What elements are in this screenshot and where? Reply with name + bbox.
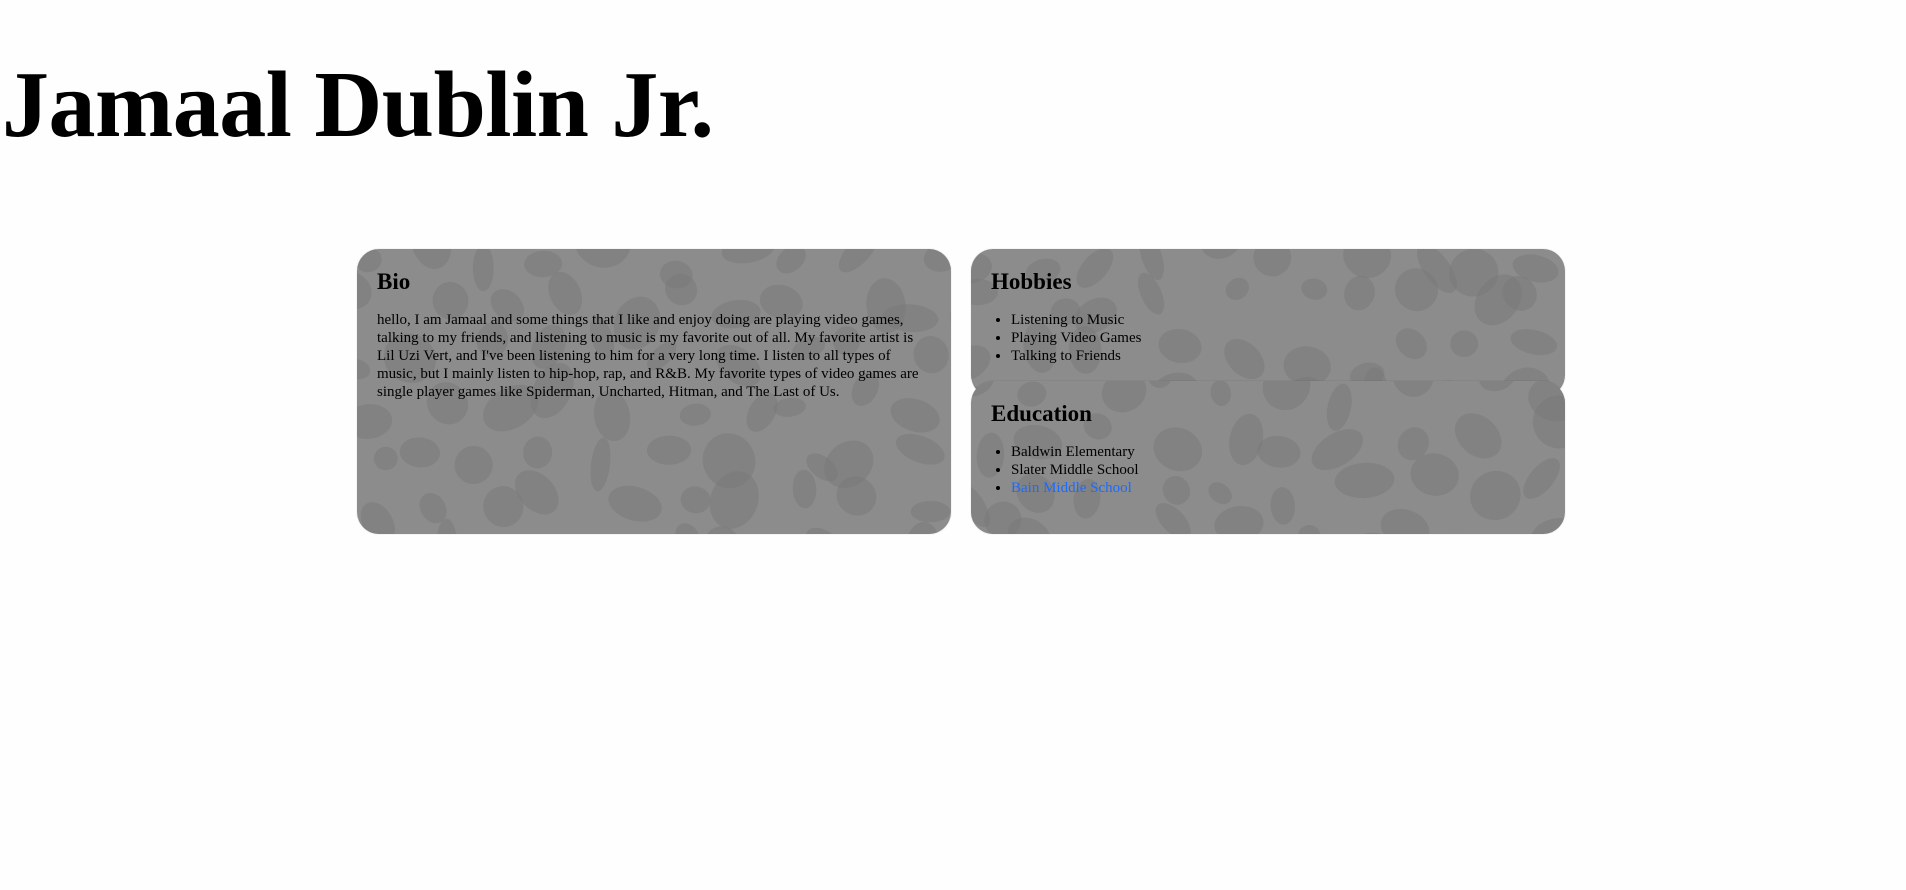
background-spot [1297, 524, 1321, 534]
background-spot [950, 293, 951, 337]
background-spot [399, 437, 441, 468]
hobbies-card: Hobbies Listening to Music Playing Video… [971, 249, 1565, 397]
background-spot [680, 486, 711, 514]
hobbies-list: Listening to Music Playing Video Games T… [991, 311, 1543, 365]
education-item: Baldwin Elementary [1011, 443, 1543, 461]
hobby-item: Talking to Friends [1011, 347, 1543, 365]
background-spot [910, 500, 951, 523]
background-spot [895, 433, 945, 465]
background-spot [357, 271, 372, 310]
background-spot [590, 437, 611, 492]
background-spot [833, 531, 866, 534]
background-spot [608, 485, 662, 522]
background-spot [360, 502, 395, 534]
background-spot [357, 404, 393, 439]
hobbies-heading: Hobbies [991, 269, 1072, 294]
background-spot [1214, 506, 1264, 534]
background-spot [523, 436, 553, 469]
background-spot [805, 527, 838, 534]
bain-middle-school-link[interactable]: Bain Middle School [1011, 480, 1132, 496]
background-spot [679, 403, 711, 426]
background-spot [792, 469, 817, 509]
hobby-item: Listening to Music [1011, 311, 1543, 329]
background-spot [1380, 508, 1430, 534]
bio-heading: Bio [377, 269, 411, 294]
education-card: Education Baldwin Elementary Slater Midd… [971, 381, 1565, 534]
page-title: Jamaal Dublin Jr. [2, 53, 714, 157]
background-spot [1449, 533, 1477, 534]
education-heading: Education [991, 401, 1092, 426]
education-item: Bain Middle School [1011, 479, 1543, 497]
bio-text: hello, I am Jamaal and some things that … [377, 312, 919, 400]
bio-card: Bio hello, I am Jamaal and some things t… [357, 249, 951, 534]
background-spot [454, 445, 493, 485]
education-list: Baldwin Elementary Slater Middle School … [991, 443, 1543, 497]
background-spot [675, 523, 700, 534]
background-spot [357, 359, 371, 380]
hobby-item: Playing Video Games [1011, 329, 1543, 347]
education-item: Slater Middle School [1011, 461, 1543, 479]
background-spot [1093, 531, 1134, 534]
background-spot [1530, 517, 1565, 534]
background-spot [646, 435, 692, 465]
background-spot [373, 446, 398, 471]
background-spot [905, 521, 941, 534]
